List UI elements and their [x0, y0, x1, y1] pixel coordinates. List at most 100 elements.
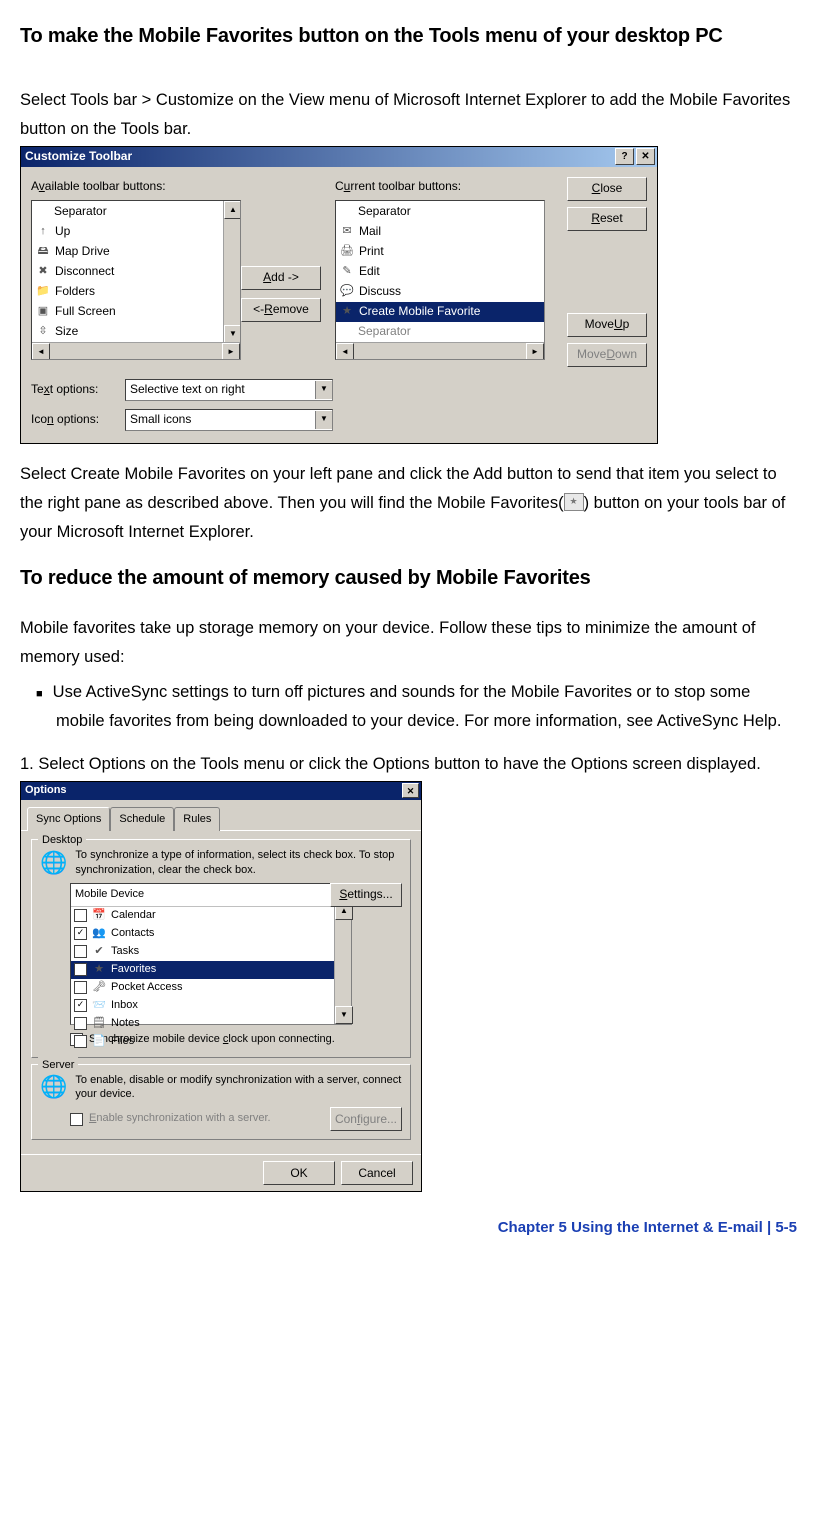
scrollbar-horizontal[interactable]: ◄►: [336, 342, 544, 359]
options-titlebar: Options ✕: [21, 782, 421, 800]
list-item[interactable]: ⇳Size: [32, 322, 240, 342]
list-item[interactable]: ▣Full Screen: [32, 302, 240, 322]
item-label: Mail: [359, 222, 381, 241]
configure-button[interactable]: Configure...: [330, 1107, 402, 1131]
sync-globe-icon: 🌐: [40, 848, 67, 876]
list-item[interactable]: 🖴Map Drive: [32, 242, 240, 262]
heading-mobile-favorites: To make the Mobile Favorites button on t…: [20, 20, 797, 52]
scroll-up-icon[interactable]: ▲: [224, 201, 241, 219]
sync-listbox[interactable]: Mobile Device▲ 📅Calendar✓👥Contacts✔Tasks…: [70, 883, 352, 1025]
tab-schedule[interactable]: Schedule: [110, 807, 174, 832]
checkbox[interactable]: [74, 981, 87, 994]
add-button[interactable]: Add ->: [241, 266, 321, 290]
heading-reduce-memory: To reduce the amount of memory caused by…: [20, 562, 797, 594]
help-button[interactable]: ?: [615, 148, 634, 165]
item-label: Up: [55, 222, 70, 241]
move-down-button[interactable]: Move Down: [567, 343, 647, 367]
list-item[interactable]: ✎Edit: [336, 262, 544, 282]
scrollbar-horizontal[interactable]: ◄►: [32, 342, 240, 359]
enable-server-checkbox[interactable]: [70, 1113, 83, 1126]
current-listbox[interactable]: Separator✉Mail🖨Print✎Edit💬Discuss★Create…: [335, 200, 545, 360]
item-label: Disconnect: [55, 262, 114, 281]
close-dialog-button[interactable]: Close: [567, 177, 647, 201]
reset-button[interactable]: Reset: [567, 207, 647, 231]
item-label: Files: [111, 1033, 134, 1051]
scroll-left-icon[interactable]: ◄: [32, 343, 50, 360]
sync-item[interactable]: ✓★Favorites: [71, 961, 351, 979]
desktop-group-title: Desktop: [38, 832, 86, 850]
scroll-right-icon[interactable]: ►: [526, 343, 544, 360]
size-icon: ⇳: [35, 324, 51, 340]
tab-strip: Sync Options Schedule Rules: [21, 800, 421, 832]
remove-button[interactable]: <- Remove: [241, 298, 321, 322]
cancel-button[interactable]: Cancel: [341, 1161, 413, 1185]
sync-item[interactable]: 🗝Pocket Access: [71, 979, 351, 997]
sync-item[interactable]: 📄Files: [71, 1033, 351, 1051]
chevron-down-icon[interactable]: ▼: [315, 411, 332, 429]
customize-toolbar-dialog: Customize Toolbar ? ✕ Available toolbar …: [20, 146, 658, 444]
list-item[interactable]: ✉Mail: [336, 222, 544, 242]
list-item[interactable]: 🖨Print: [336, 242, 544, 262]
tab-rules[interactable]: Rules: [174, 807, 220, 832]
dialog-titlebar: Customize Toolbar ? ✕: [21, 147, 657, 167]
item-label: Edit: [359, 262, 380, 281]
list-item[interactable]: 💬Discuss: [336, 282, 544, 302]
close-button[interactable]: ✕: [402, 783, 419, 798]
separator-item[interactable]: Separator: [32, 202, 240, 222]
list-item[interactable]: 📁Folders: [32, 282, 240, 302]
instruction-create-favorite: Select Create Mobile Favorites on your l…: [20, 460, 797, 547]
sync-item[interactable]: ✓📨Inbox: [71, 997, 351, 1015]
page-footer: Chapter 5 Using the Internet & E-mail | …: [20, 1216, 797, 1240]
icon-options-label: Icon options:: [31, 410, 117, 429]
mobilefav-icon: ★: [339, 304, 355, 320]
tab-sync-options[interactable]: Sync Options: [27, 807, 110, 832]
checkbox[interactable]: ✓: [74, 963, 87, 976]
calendar-icon: 📅: [91, 908, 107, 924]
scroll-left-icon[interactable]: ◄: [336, 343, 354, 360]
item-label: Size: [55, 322, 78, 341]
list-item[interactable]: ★Create Mobile Favorite: [336, 302, 544, 322]
sync-item[interactable]: ✔Tasks: [71, 943, 351, 961]
sync-item[interactable]: ✓👥Contacts: [71, 925, 351, 943]
notes-icon: 🗒: [91, 1016, 107, 1032]
item-label: Discuss: [359, 282, 401, 301]
scroll-down-icon[interactable]: ▼: [224, 325, 241, 343]
server-group: Server 🌐 To enable, disable or modify sy…: [31, 1064, 411, 1141]
move-up-button[interactable]: Move Up: [567, 313, 647, 337]
settings-button[interactable]: Settings...: [330, 883, 402, 907]
available-listbox[interactable]: Separator↑Up🖴Map Drive✖Disconnect📁Folder…: [31, 200, 241, 360]
ok-button[interactable]: OK: [263, 1161, 335, 1185]
item-label: Notes: [111, 1015, 140, 1033]
item-label: Folders: [55, 282, 95, 301]
scroll-down-icon[interactable]: ▼: [335, 1006, 353, 1024]
checkbox[interactable]: ✓: [74, 999, 87, 1012]
server-group-title: Server: [38, 1057, 78, 1075]
checkbox[interactable]: [74, 1017, 87, 1030]
scrollbar-vertical[interactable]: ▲ ▼: [334, 902, 351, 1024]
icon-options-combo[interactable]: Small icons▼: [125, 409, 333, 431]
fullscreen-icon: ▣: [35, 304, 51, 320]
checkbox[interactable]: [74, 945, 87, 958]
text-options-combo[interactable]: Selective text on right▼: [125, 379, 333, 401]
close-button[interactable]: ✕: [636, 148, 655, 165]
checkbox[interactable]: ✓: [74, 927, 87, 940]
sync-item[interactable]: 📅Calendar: [71, 907, 351, 925]
item-label: Map Drive: [55, 242, 110, 261]
item-label: Print: [359, 242, 384, 261]
folders-icon: 📁: [35, 284, 51, 300]
checkbox[interactable]: [74, 1035, 87, 1048]
dialog-title: Customize Toolbar: [25, 147, 132, 166]
scroll-right-icon[interactable]: ►: [222, 343, 240, 360]
separator-item[interactable]: Separator: [336, 322, 544, 342]
list-item[interactable]: ✖Disconnect: [32, 262, 240, 282]
scrollbar-vertical[interactable]: ▲▼: [223, 201, 240, 343]
sync-item[interactable]: 🗒Notes: [71, 1015, 351, 1033]
desktop-desc: To synchronize a type of information, se…: [75, 848, 402, 877]
separator-item[interactable]: Separator: [336, 202, 544, 222]
list-item[interactable]: ↑Up: [32, 222, 240, 242]
pocketaccess-icon: 🗝: [91, 980, 107, 996]
checkbox[interactable]: [74, 909, 87, 922]
item-label: Favorites: [111, 961, 156, 979]
chevron-down-icon[interactable]: ▼: [315, 381, 332, 399]
disconnect-icon: ✖: [35, 264, 51, 280]
